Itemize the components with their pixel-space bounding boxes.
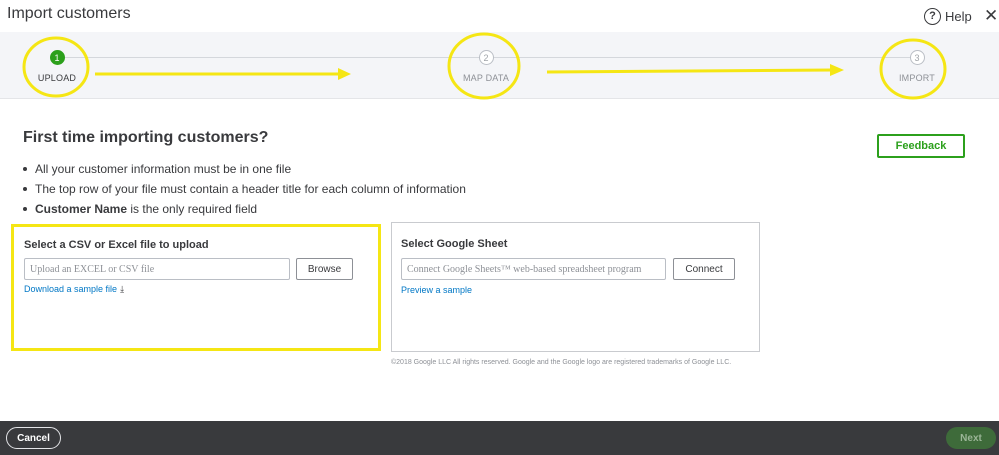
step-number: 3 [909, 50, 925, 65]
help-button[interactable]: ? Help [924, 8, 972, 25]
help-circle-icon: ? [924, 8, 941, 25]
step-number: 1 [49, 50, 65, 65]
step-label: UPLOAD [37, 73, 77, 83]
upload-file-input[interactable] [24, 258, 290, 280]
cancel-button[interactable]: Cancel [6, 427, 61, 449]
list-item: Customer Name is the only required field [23, 199, 466, 219]
dialog-header: Import customers ? Help ✕ [0, 0, 999, 32]
feedback-button[interactable]: Feedback [877, 134, 965, 158]
google-sheet-panel: Select Google Sheet Connect Preview a sa… [391, 222, 760, 352]
connect-button[interactable]: Connect [673, 258, 735, 280]
download-sample-link[interactable]: Download a sample file ⤓ [24, 284, 124, 295]
progress-stepper: 1 UPLOAD 2 MAP DATA 3 IMPORT [0, 32, 999, 99]
upload-panel-title: Select a CSV or Excel file to upload [24, 239, 209, 251]
step-map-data: 2 MAP DATA [446, 50, 526, 83]
google-panel-title: Select Google Sheet [401, 238, 508, 250]
google-legal-notice: ©2018 Google LLC All rights reserved. Go… [391, 359, 732, 366]
section-heading: First time importing customers? [23, 129, 269, 146]
stepper-track-2 [487, 57, 914, 58]
google-sheet-input[interactable] [401, 258, 666, 280]
dialog-footer: Cancel Next [0, 421, 999, 455]
import-customers-dialog: Import customers ? Help ✕ 1 UPLOAD 2 MAP… [0, 0, 999, 455]
step-upload: 1 UPLOAD [17, 50, 97, 83]
browse-button[interactable]: Browse [296, 258, 353, 280]
list-item: All your customer information must be in… [23, 159, 466, 179]
step-number: 2 [478, 50, 494, 65]
help-label: Help [945, 9, 972, 24]
step-label: MAP DATA [462, 73, 510, 83]
upload-file-panel: Select a CSV or Excel file to upload Bro… [11, 224, 381, 351]
required-field-name: Customer Name [35, 202, 128, 216]
requirements-list: All your customer information must be in… [23, 159, 466, 219]
list-item: The top row of your file must contain a … [23, 179, 466, 199]
next-button[interactable]: Next [946, 427, 996, 449]
download-icon: ⤓ [120, 284, 125, 294]
close-icon[interactable]: ✕ [984, 7, 998, 24]
page-title: Import customers [7, 5, 131, 22]
stepper-track-1 [57, 57, 485, 58]
step-label: IMPORT [898, 73, 936, 83]
preview-sample-link[interactable]: Preview a sample [401, 285, 472, 295]
step-import: 3 IMPORT [877, 50, 957, 83]
